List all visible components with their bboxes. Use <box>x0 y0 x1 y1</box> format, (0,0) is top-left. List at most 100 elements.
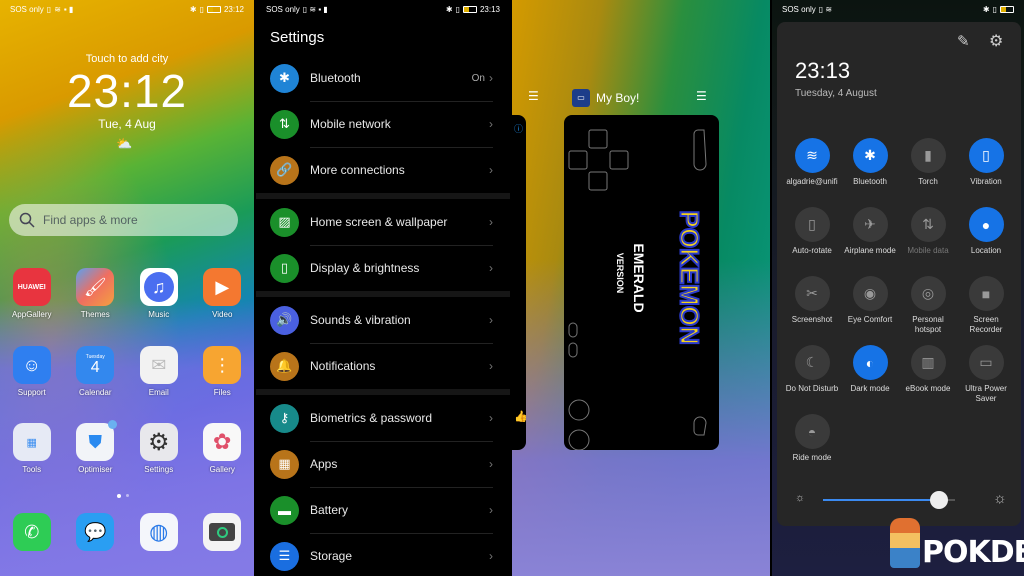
settings-item-mobile-network[interactable]: ⇅ Mobile network › <box>256 101 510 147</box>
app-row-1: HUAWEI AppGallery 🖌 Themes ♫ Music ▶ Video <box>0 268 254 319</box>
tile-torch[interactable]: ▮ Torch <box>899 138 957 200</box>
notification-icons: ▪ ▮ <box>63 4 74 14</box>
screenshot-icon: ✂ <box>794 276 830 311</box>
tile-screenshot[interactable]: ✂ Screenshot <box>783 276 841 338</box>
settings-item-battery[interactable]: ▬ Battery › <box>256 487 510 533</box>
myboy-app-card[interactable]: POKEMON EMERALD VERSION <box>564 115 719 450</box>
notification-dot <box>108 420 118 429</box>
helmet-icon: ◓ <box>794 414 830 449</box>
chevron-right-icon: › <box>489 313 493 327</box>
gear-icon: ⚙ <box>139 423 178 461</box>
app-settings[interactable]: ⚙ Settings <box>127 423 191 474</box>
settings-group: ▨ Home screen & wallpaper › ▯ Display & b… <box>256 199 510 291</box>
calendar-icon: Tuesday 4 <box>76 346 115 384</box>
dock-messaging[interactable]: 💬 <box>64 513 128 551</box>
app-tools-folder[interactable]: ▦ Tools <box>0 423 64 474</box>
tile-location[interactable]: ● Location <box>957 207 1015 269</box>
settings-item-display-brightness[interactable]: ▯ Display & brightness › <box>256 245 510 291</box>
settings-item-home-screen-wallpaper[interactable]: ▨ Home screen & wallpaper › <box>256 199 510 245</box>
settings-group: 🔊 Sounds & vibration › 🔔 Notifications › <box>256 297 510 389</box>
settings-item-storage[interactable]: ☰ Storage › <box>256 533 510 576</box>
app-calendar[interactable]: Tuesday 4 Calendar <box>64 346 128 397</box>
brightness-control: ☼ ☼ <box>777 490 1021 510</box>
chevron-right-icon: › <box>489 261 493 275</box>
dock-camera[interactable] <box>191 513 255 551</box>
weather-icon[interactable]: ⛅ <box>116 136 132 152</box>
sim-icon: ▯ <box>46 4 52 14</box>
tile-airplane-mode[interactable]: ✈ Airplane mode <box>841 207 899 269</box>
tile-eye-comfort[interactable]: ◉ Eye Comfort <box>841 276 899 338</box>
app-card-header[interactable]: ▭ My Boy! <box>572 89 639 107</box>
location-pin-icon: ● <box>968 207 1004 242</box>
panel-clock[interactable]: 23:13 <box>795 58 850 84</box>
app-themes[interactable]: 🖌 Themes <box>64 268 128 319</box>
chevron-right-icon: › <box>489 411 493 425</box>
quick-tiles: ≋ algadrie@unifi ✱ Bluetooth ▮ Torch ▯ Vibratio… <box>777 138 1021 476</box>
tile-label: Torch <box>918 177 938 186</box>
app-gallery[interactable]: ✿ Gallery <box>191 423 255 474</box>
tile-mobile-data[interactable]: ⇅ Mobile data <box>899 207 957 269</box>
tile-personal-hotspot[interactable]: ◎ Personal hotspot <box>899 276 957 338</box>
tile-bluetooth[interactable]: ✱ Bluetooth <box>841 138 899 200</box>
tile-ride-mode[interactable]: ◓ Ride mode <box>783 414 841 476</box>
settings-item-apps[interactable]: ▦ Apps › <box>256 441 510 487</box>
app-files[interactable]: ⋮ Files <box>191 346 255 397</box>
torch-icon: ▮ <box>910 138 946 173</box>
wifi-status-icon: ≋ <box>54 4 61 14</box>
bluetooth-status-icon: ✱ <box>189 4 197 14</box>
tile-algadrie-unifi[interactable]: ≋ algadrie@unifi <box>783 138 841 200</box>
wifi-icon: ≋ <box>794 138 830 173</box>
edit-tiles-icon[interactable]: ✎ <box>957 32 970 50</box>
apps-grid-icon: ▦ <box>270 449 299 479</box>
battery-icon: ▬ <box>270 495 299 525</box>
app-support[interactable]: ☺ Support <box>0 346 64 397</box>
settings-gear-icon[interactable]: ⚙ <box>989 31 1003 51</box>
sos-status: SOS only <box>782 4 816 14</box>
settings-item-notifications[interactable]: 🔔 Notifications › <box>256 343 510 389</box>
split-screen-icon[interactable]: ☰ <box>696 89 707 103</box>
tile-label: eBook mode <box>905 384 951 393</box>
home-screen: SOS only ▯ ≋ ▪ ▮ ✱ ▯ 23:12 Touch to add city … <box>0 0 254 576</box>
dock-phone[interactable]: ✆ <box>0 513 64 551</box>
settings-item-biometrics-password[interactable]: ⚷ Biometrics & password › <box>256 395 510 441</box>
app-optimiser[interactable]: ⛊ Optimiser <box>64 420 128 474</box>
bluetooth-status-icon: ✱ <box>982 4 990 14</box>
settings-item-more-connections[interactable]: 🔗 More connections › <box>256 147 510 193</box>
messenger-app-card[interactable]: ⓘ 👍 <box>512 115 526 450</box>
mobile-data-icon: ⇅ <box>910 207 946 242</box>
tile-do-not-disturb[interactable]: ☾ Do Not Disturb <box>783 345 841 407</box>
home-clock[interactable]: 23:12 <box>0 64 254 118</box>
brightness-slider[interactable] <box>823 491 955 509</box>
split-screen-icon-left[interactable]: ☰ <box>528 89 539 103</box>
app-search-bar[interactable]: Find apps & more <box>9 204 238 236</box>
folder-grid-icon: ▦ <box>12 423 51 461</box>
app-music[interactable]: ♫ Music <box>127 268 191 319</box>
app-video[interactable]: ▶ Video <box>191 268 255 319</box>
app-row-2: ☺ Support Tuesday 4 Calendar ✉ Email ⋮ Files <box>0 346 254 397</box>
brightness-knob[interactable] <box>930 491 949 509</box>
vibrate-status-icon: ▯ <box>199 4 204 14</box>
dock-browser[interactable]: ◍ <box>127 513 191 551</box>
tile-ultra-power-saver[interactable]: ▭ Ultra Power Saver <box>957 345 1015 407</box>
tile-ebook-mode[interactable]: ▥ eBook mode <box>899 345 957 407</box>
huawei-appgallery-icon: HUAWEI <box>12 268 51 306</box>
status-time: 23:13 <box>479 4 500 14</box>
bell-icon: 🔔 <box>270 351 299 381</box>
headset-icon: ☺ <box>12 346 51 384</box>
flower-icon: ✿ <box>203 423 242 461</box>
chevron-right-icon: › <box>489 549 493 563</box>
chevron-right-icon: › <box>489 215 493 229</box>
tile-vibration[interactable]: ▯ Vibration <box>957 138 1015 200</box>
settings-item-bluetooth[interactable]: ✱ Bluetooth On › <box>256 55 510 101</box>
chevron-right-icon: › <box>489 457 493 471</box>
app-appgallery[interactable]: HUAWEI AppGallery <box>0 268 64 319</box>
settings-item-sounds-vibration[interactable]: 🔊 Sounds & vibration › <box>256 297 510 343</box>
page-indicator[interactable] <box>117 494 129 498</box>
globe-icon: ◍ <box>139 513 178 551</box>
tile-dark-mode[interactable]: ◐ Dark mode <box>841 345 899 407</box>
app-email[interactable]: ✉ Email <box>127 346 191 397</box>
search-placeholder: Find apps & more <box>43 213 138 227</box>
paintbrush-icon: 🖌 <box>76 268 115 306</box>
tile-screen-recorder[interactable]: ■ Screen Recorder <box>957 276 1015 338</box>
tile-auto-rotate[interactable]: ▯ Auto-rotate <box>783 207 841 269</box>
